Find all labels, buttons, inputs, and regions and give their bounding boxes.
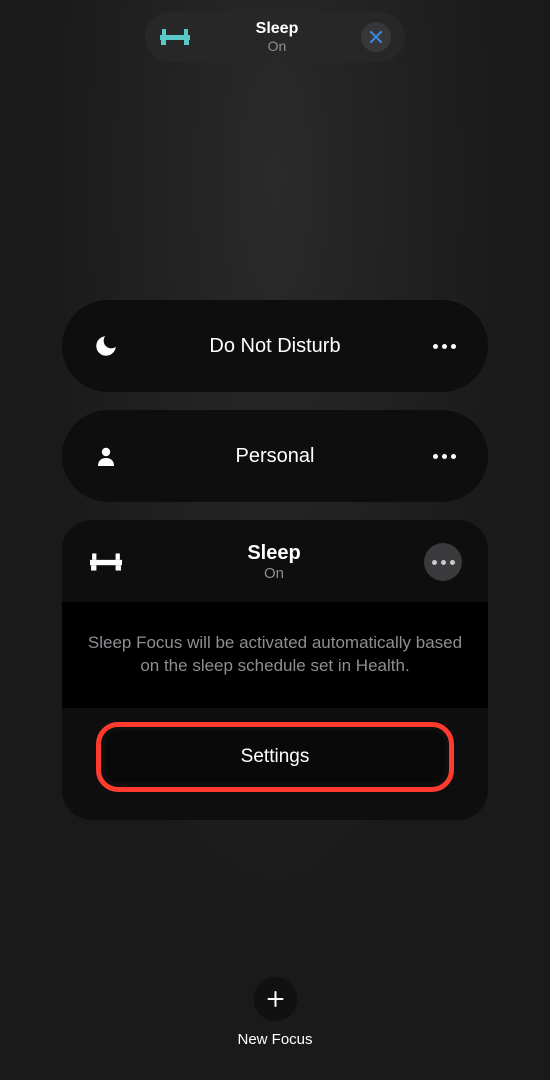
focus-card-body: Sleep Focus will be activated automatica… — [62, 602, 488, 708]
focus-row-personal[interactable]: Personal — [62, 410, 488, 502]
focus-list: Do Not Disturb Personal — [62, 300, 488, 820]
focus-card-title-block: Sleep On — [124, 542, 424, 582]
bed-icon — [157, 27, 193, 47]
status-text: Sleep On — [205, 20, 349, 54]
plus-circle — [253, 977, 297, 1021]
person-icon — [88, 444, 124, 468]
focus-label: Do Not Disturb — [124, 335, 426, 358]
close-icon — [369, 30, 383, 44]
settings-label: Settings — [241, 746, 310, 768]
ellipsis-icon — [433, 344, 456, 349]
new-focus-button[interactable]: New Focus — [237, 977, 312, 1048]
focus-card-title: Sleep — [124, 542, 424, 565]
settings-button[interactable]: Settings — [105, 731, 445, 783]
focus-card-subtitle: On — [124, 565, 424, 582]
status-subtitle: On — [205, 38, 349, 54]
bed-icon — [88, 551, 124, 573]
focus-card-sleep: Sleep On Sleep Focus will be activated a… — [62, 520, 488, 820]
focus-row-do-not-disturb[interactable]: Do Not Disturb — [62, 300, 488, 392]
new-focus-label: New Focus — [237, 1031, 312, 1048]
status-title: Sleep — [205, 20, 349, 38]
more-button[interactable] — [426, 454, 462, 459]
plus-icon — [266, 990, 284, 1008]
more-button[interactable] — [424, 543, 462, 581]
ellipsis-icon — [433, 454, 456, 459]
moon-icon — [88, 333, 124, 359]
more-button[interactable] — [426, 344, 462, 349]
close-button[interactable] — [361, 22, 391, 52]
focus-status-pill[interactable]: Sleep On — [145, 12, 405, 62]
focus-description: Sleep Focus will be activated automatica… — [82, 632, 468, 678]
ellipsis-icon — [432, 560, 455, 565]
focus-card-header[interactable]: Sleep On — [62, 542, 488, 582]
highlight-annotation: Settings — [96, 722, 454, 792]
focus-label: Personal — [124, 445, 426, 468]
